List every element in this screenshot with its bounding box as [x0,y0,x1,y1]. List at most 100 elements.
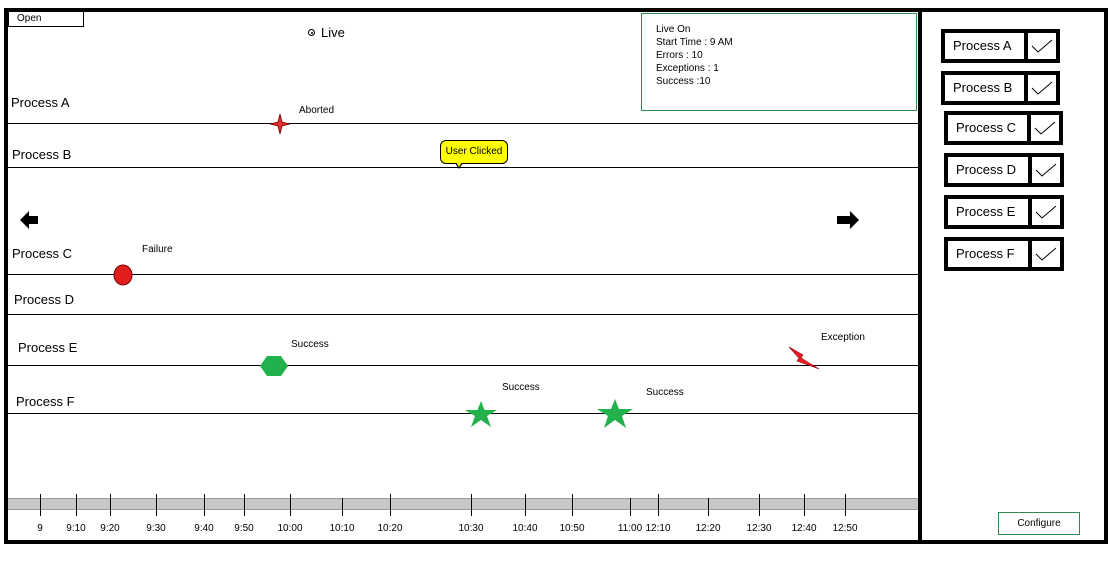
checkbox-process-c[interactable] [1027,115,1059,141]
timeline-tick [40,494,41,516]
timeline-tick [804,494,805,516]
lane-label-process-b: Process B [12,147,72,162]
timeline-tick-label: 10:20 [377,523,403,534]
timeline-tick [471,494,472,516]
user-clicked-callout[interactable]: User Clicked [440,140,508,169]
panel-divider [918,8,922,544]
aborted-star4-icon[interactable] [270,114,290,134]
timeline-tick [342,498,343,516]
success-star-icon[interactable] [597,399,633,428]
start-time-text: Start Time : 9 AM [656,37,733,48]
checkbox-process-e[interactable] [1028,199,1060,225]
timeline-tick [110,494,111,516]
sidebar-item-label: Process A [953,38,1012,53]
lane-line-process-a [8,123,918,124]
failure-circle-icon[interactable] [113,264,133,286]
timeline-tick [572,494,573,516]
success-count: Success :10 [656,76,711,87]
arrow-left-icon[interactable] [20,211,38,229]
success-e-label: Success [291,339,329,350]
checkmark-icon [1031,81,1053,95]
sidebar-item-label: Process D [956,162,1016,177]
timeline-tick-label: 12:10 [645,523,671,534]
lane-label-process-c: Process C [12,246,72,261]
lane-line-process-e [8,365,918,366]
timeline-tick-label: 9:30 [146,523,166,534]
timeline-tick [244,494,245,516]
configure-button[interactable]: Configure [998,512,1080,535]
checkmark-icon [1034,121,1056,135]
timeline-tick-label: 11:00 [617,523,643,534]
sidebar-item-label: Process E [956,204,1016,219]
success-f1-label: Success [502,382,540,393]
timeline-tick-label: 12:20 [695,523,721,534]
timeline-tick-label: 12:50 [832,523,858,534]
timeline-tick [290,494,291,516]
checkmark-icon [1035,163,1057,177]
lane-line-process-c [8,274,918,275]
timeline-tick-label: 9:20 [100,523,120,534]
sidebar-item-process-e[interactable]: Process E [944,195,1064,229]
timeline-tick-label: 9:40 [194,523,214,534]
status-info-box: Live On Start Time : 9 AM Errors : 10 Ex… [641,13,917,111]
aborted-label: Aborted [299,105,335,116]
timeline-scrollbar[interactable] [8,498,918,510]
lane-line-process-b [8,167,918,168]
sidebar-item-label: Process F [956,246,1015,261]
failure-label: Failure [142,244,173,255]
errors-count: Errors : 10 [656,50,703,61]
exception-lightning-icon[interactable] [787,345,821,371]
checkmark-icon [1031,39,1053,53]
checkbox-process-b[interactable] [1024,75,1056,101]
checkbox-process-a[interactable] [1024,33,1056,59]
timeline-tick [630,498,631,516]
sidebar-item-process-d[interactable]: Process D [944,153,1064,187]
timeline-tick [759,494,760,516]
timeline-tick-label: 10:10 [329,523,355,534]
open-button[interactable]: Open [8,12,84,27]
timeline-tick [204,494,205,516]
timeline-tick-label: 10:30 [458,523,484,534]
live-indicator[interactable]: Live [308,25,345,40]
sidebar-item-process-f[interactable]: Process F [944,237,1064,271]
timeline-tick [156,494,157,516]
lane-line-process-f [8,413,918,414]
lane-label-process-d: Process D [14,292,74,307]
sidebar-item-process-b[interactable]: Process B [941,71,1060,105]
exceptions-count: Exceptions : 1 [656,63,719,74]
timeline-tick-label: 9:10 [66,523,86,534]
timeline-tick [525,494,526,516]
sidebar-item-process-c[interactable]: Process C [944,111,1063,145]
lane-label-process-a: Process A [11,95,70,110]
live-on-text: Live On [656,24,691,35]
sidebar-item-process-a[interactable]: Process A [941,29,1060,63]
checkbox-process-f[interactable] [1028,241,1060,267]
timeline-tick [708,498,709,516]
checkmark-icon [1035,205,1057,219]
success-star-icon[interactable] [465,401,497,427]
timeline-tick [845,494,846,516]
arrow-right-icon[interactable] [837,211,859,229]
exception-label: Exception [821,332,865,343]
timeline-tick-label: 10:40 [512,523,538,534]
timeline-tick-label: 9 [37,523,43,534]
radio-dot-icon[interactable] [308,29,315,36]
success-hexagon-icon[interactable] [260,356,288,376]
sidebar-item-label: Process C [956,120,1016,135]
timeline-tick-label: 12:30 [746,523,772,534]
live-label: Live [321,25,345,40]
checkmark-icon [1035,247,1057,261]
lane-label-process-e: Process E [18,340,78,355]
timeline-tick-label: 10:50 [559,523,585,534]
sidebar-item-label: Process B [953,80,1013,95]
checkbox-process-d[interactable] [1028,157,1060,183]
user-clicked-label: User Clicked [445,146,503,157]
success-f2-label: Success [646,387,684,398]
lane-label-process-f: Process F [16,394,75,409]
lane-line-process-d [8,314,918,315]
timeline-tick [658,494,659,516]
timeline-tick-label: 10:00 [277,523,303,534]
timeline-tick-label: 9:50 [234,523,254,534]
timeline-tick [76,494,77,516]
timeline-tick-label: 12:40 [791,523,817,534]
